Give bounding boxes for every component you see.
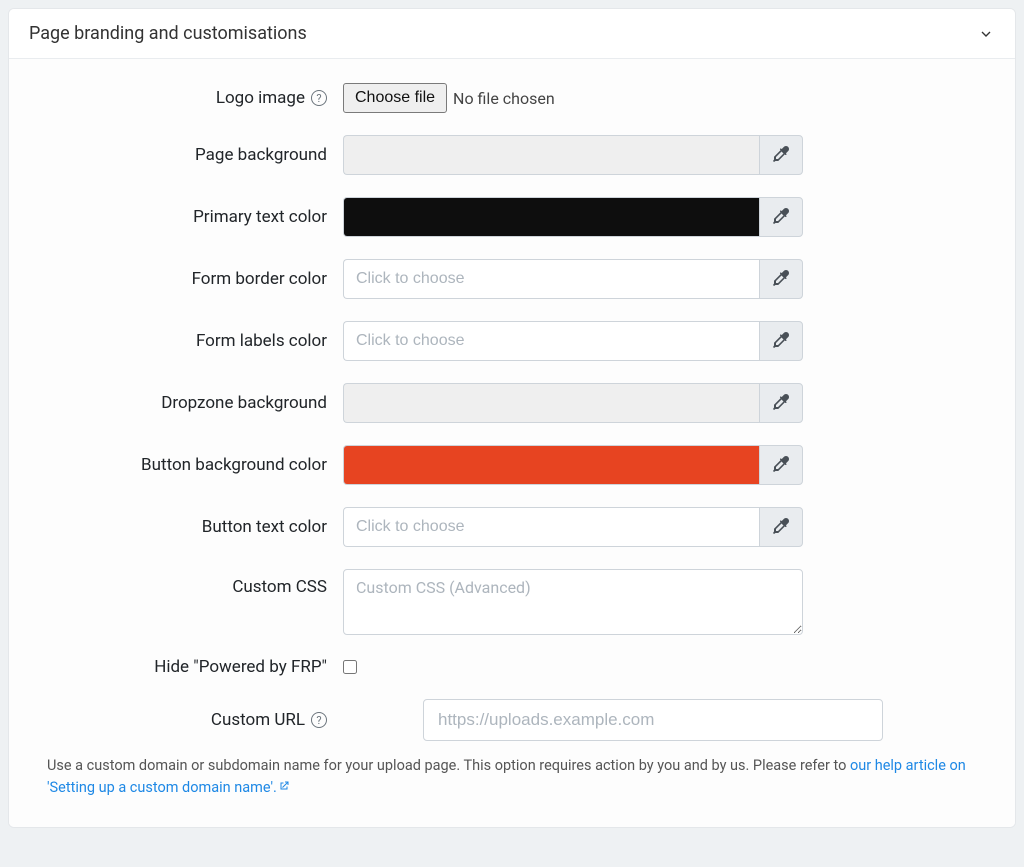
label-custom-url: Custom URL ? (33, 710, 343, 730)
button-text-input[interactable] (343, 507, 759, 547)
eyedropper-button[interactable] (759, 321, 803, 361)
choose-file-button[interactable]: Choose file (343, 83, 447, 113)
eyedropper-button[interactable] (759, 383, 803, 423)
eyedropper-icon (773, 208, 789, 227)
row-button-text: Button text color (33, 507, 991, 547)
eyedropper-icon (773, 270, 789, 289)
hide-powered-checkbox[interactable] (343, 660, 357, 674)
eyedropper-button[interactable] (759, 197, 803, 237)
form-border-input[interactable] (343, 259, 759, 299)
row-custom-url: Custom URL ? (33, 699, 991, 741)
custom-url-input[interactable] (423, 699, 883, 741)
external-link-icon (278, 777, 290, 789)
form-labels-input[interactable] (343, 321, 759, 361)
label-form-labels: Form labels color (33, 331, 343, 351)
label-button-bg: Button background color (33, 455, 343, 475)
row-form-labels: Form labels color (33, 321, 991, 361)
row-primary-text: Primary text color (33, 197, 991, 237)
row-page-background: Page background (33, 135, 991, 175)
label-page-background: Page background (33, 145, 343, 165)
dropzone-bg-swatch[interactable] (343, 383, 759, 423)
eyedropper-icon (773, 332, 789, 351)
eyedropper-button[interactable] (759, 135, 803, 175)
eyedropper-icon (773, 146, 789, 165)
chevron-down-icon (977, 25, 995, 43)
button-bg-swatch[interactable] (343, 445, 759, 485)
label-button-text: Button text color (33, 517, 343, 537)
help-icon[interactable]: ? (311, 712, 327, 728)
row-form-border: Form border color (33, 259, 991, 299)
page-background-swatch[interactable] (343, 135, 759, 175)
eyedropper-button[interactable] (759, 445, 803, 485)
eyedropper-button[interactable] (759, 259, 803, 299)
eyedropper-icon (773, 456, 789, 475)
label-logo: Logo image ? (33, 88, 343, 108)
row-custom-css: Custom CSS (33, 569, 991, 635)
eyedropper-button[interactable] (759, 507, 803, 547)
help-icon[interactable]: ? (311, 90, 327, 106)
row-logo: Logo image ? Choose file No file chosen (33, 83, 991, 113)
label-hide-powered: Hide "Powered by FRP" (33, 657, 343, 677)
custom-url-help-text: Use a custom domain or subdomain name fo… (33, 751, 991, 803)
panel-title: Page branding and customisations (29, 23, 307, 44)
label-custom-css: Custom CSS (33, 569, 343, 597)
custom-css-textarea[interactable] (343, 569, 803, 635)
row-hide-powered: Hide "Powered by FRP" (33, 657, 991, 677)
row-button-bg: Button background color (33, 445, 991, 485)
label-primary-text: Primary text color (33, 207, 343, 227)
panel-header[interactable]: Page branding and customisations (9, 9, 1015, 58)
label-form-border: Form border color (33, 269, 343, 289)
branding-panel: Page branding and customisations Logo im… (8, 8, 1016, 828)
file-status-text: No file chosen (453, 89, 555, 108)
label-dropzone-bg: Dropzone background (33, 393, 343, 413)
eyedropper-icon (773, 394, 789, 413)
eyedropper-icon (773, 518, 789, 537)
panel-body: Logo image ? Choose file No file chosen … (9, 58, 1015, 827)
primary-text-swatch[interactable] (343, 197, 759, 237)
row-dropzone-bg: Dropzone background (33, 383, 991, 423)
